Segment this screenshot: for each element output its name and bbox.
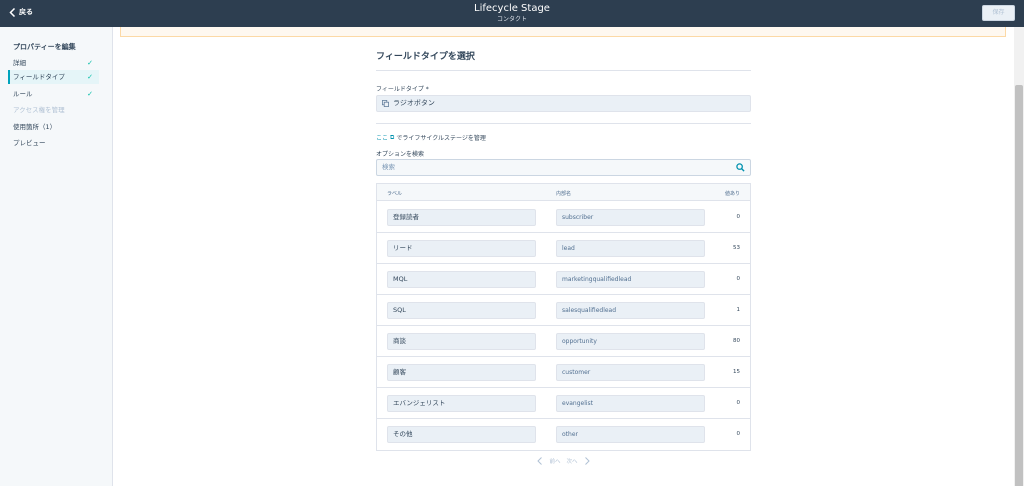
next-page-button[interactable]: 次へ	[567, 457, 578, 465]
field-type-value: ラジオボタン	[393, 99, 435, 107]
option-internal-input[interactable]: opportunity	[556, 333, 705, 350]
notice-strip	[120, 27, 1006, 37]
option-label-input[interactable]: 商談	[387, 333, 536, 350]
option-label-input[interactable]: エバンジェリスト	[387, 395, 536, 412]
option-internal-input[interactable]: customer	[556, 364, 705, 381]
search-icon[interactable]	[736, 163, 745, 172]
field-type-select[interactable]: ラジオボタン	[376, 95, 751, 112]
chevron-left-icon[interactable]	[537, 457, 543, 465]
page-title: Lifecycle Stage	[474, 3, 550, 14]
field-type-label: フィールドタイプ *	[376, 86, 429, 93]
sidebar-item-rules[interactable]: ルール ✓	[8, 87, 99, 101]
option-count: 53	[733, 245, 740, 251]
manage-stages-text: でライフサイクルステージを管理	[396, 135, 486, 142]
divider	[376, 123, 751, 124]
prev-page-button[interactable]: 前へ	[549, 457, 560, 465]
option-internal-input[interactable]: salesqualifiedlead	[556, 302, 705, 319]
table-row: エバンジェリスト evangelist 0	[377, 388, 750, 419]
sidebar-item-label: ルール	[13, 90, 33, 98]
check-icon: ✓	[87, 90, 93, 98]
top-bar: 戻る Lifecycle Stage コンタクト 保存	[0, 0, 1024, 27]
option-count: 0	[736, 276, 741, 282]
check-icon: ✓	[87, 73, 93, 81]
table-header: ラベル 内部名 値あり	[377, 184, 750, 201]
option-label-input[interactable]: SQL	[387, 302, 536, 319]
manage-stages-line: ここ ⧉ でライフサイクルステージを管理	[376, 133, 486, 143]
option-label-input[interactable]: MQL	[387, 271, 536, 288]
sidebar: プロパティーを編集 詳細 ✓ フィールドタイプ ✓ ルール ✓ アクセス権を管理…	[0, 27, 113, 486]
save-button[interactable]: 保存	[982, 5, 1015, 21]
option-count: 0	[736, 400, 741, 406]
title-block: Lifecycle Stage コンタクト	[0, 3, 1024, 24]
table-row: SQL salesqualifiedlead 1	[377, 295, 750, 326]
option-internal-input[interactable]: marketingqualifiedlead	[556, 271, 705, 288]
sidebar-item-label: 使用箇所（1）	[13, 123, 57, 131]
option-label-input[interactable]: リード	[387, 240, 536, 257]
table-row: MQL marketingqualifiedlead 0	[377, 264, 750, 295]
section-title: フィールドタイプを選択	[376, 52, 475, 62]
option-count: 15	[733, 369, 740, 375]
table-row: 登録読者 subscriber 0	[377, 202, 750, 233]
option-label-input[interactable]: 顧客	[387, 364, 536, 381]
sidebar-item-label: フィールドタイプ	[13, 73, 65, 81]
scrollbar[interactable]	[1014, 27, 1024, 486]
chevron-right-icon[interactable]	[584, 457, 590, 465]
sidebar-item-access: アクセス権を管理	[8, 103, 99, 117]
external-link-icon[interactable]: ⧉	[390, 134, 394, 142]
pagination: 前へ 次へ	[376, 457, 751, 465]
option-internal-input[interactable]: other	[556, 426, 705, 443]
sidebar-item-label: 詳細	[13, 59, 26, 67]
table-row: その他 other 0	[377, 419, 750, 450]
scroll-thumb[interactable]	[1015, 85, 1023, 486]
option-count: 80	[733, 338, 740, 344]
column-header-count: 値あり	[724, 191, 740, 197]
search-placeholder: 検索	[382, 163, 395, 171]
column-header-label: ラベル	[387, 191, 403, 197]
radio-icon	[382, 100, 389, 107]
sidebar-item-label: アクセス権を管理	[13, 106, 65, 114]
option-internal-input[interactable]: lead	[556, 240, 705, 257]
options-table: ラベル 内部名 値あり 登録読者 subscriber 0 リード lead 5…	[376, 183, 751, 451]
column-header-internal: 内部名	[556, 191, 572, 197]
sidebar-item-label: プレビュー	[13, 139, 46, 147]
option-count: 0	[736, 431, 741, 437]
sidebar-item-field-type[interactable]: フィールドタイプ ✓	[8, 70, 99, 84]
divider	[376, 70, 751, 71]
option-label-input[interactable]: 登録読者	[387, 209, 536, 226]
table-row: リード lead 53	[377, 233, 750, 264]
option-count: 1	[736, 307, 741, 313]
table-row: 顧客 customer 15	[377, 357, 750, 388]
options-search-input[interactable]: 検索	[376, 159, 751, 176]
sidebar-heading: プロパティーを編集	[13, 43, 76, 51]
option-internal-input[interactable]: evangelist	[556, 395, 705, 412]
option-count: 0	[736, 214, 741, 220]
options-search-label: オプションを検索	[376, 151, 425, 158]
sidebar-item-preview[interactable]: プレビュー	[8, 136, 99, 150]
page-subtitle: コンタクト	[496, 16, 527, 23]
sidebar-item-details[interactable]: 詳細 ✓	[8, 56, 99, 70]
manage-stages-link[interactable]: ここ	[376, 133, 388, 142]
check-icon: ✓	[87, 59, 93, 67]
table-row: 商談 opportunity 80	[377, 326, 750, 357]
sidebar-item-usage[interactable]: 使用箇所（1）	[8, 120, 99, 134]
option-label-input[interactable]: その他	[387, 426, 536, 443]
option-internal-input[interactable]: subscriber	[556, 209, 705, 226]
